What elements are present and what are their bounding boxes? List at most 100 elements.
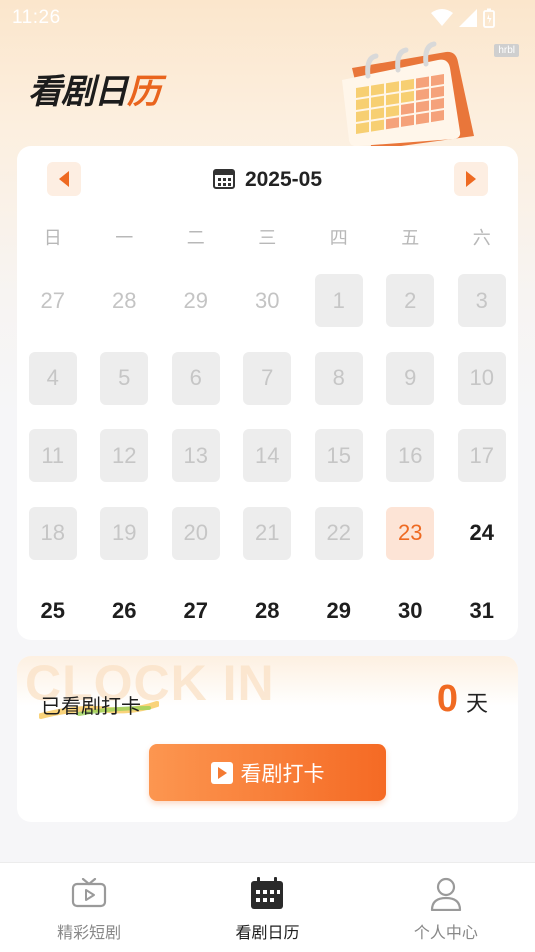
- day-cell[interactable]: 31: [446, 572, 518, 650]
- calendar-icon: [251, 877, 284, 909]
- day-cell[interactable]: 6: [160, 340, 232, 418]
- day-cell[interactable]: 11: [17, 417, 89, 495]
- day-number: 15: [314, 429, 363, 483]
- day-cell[interactable]: 27: [17, 262, 89, 340]
- month-label: 2025-05: [17, 167, 518, 192]
- day-number: 2: [386, 274, 435, 328]
- tab-label: 看剧日历: [235, 923, 300, 942]
- tab-label: 个人中心: [413, 923, 478, 942]
- day-cell[interactable]: 9: [375, 340, 447, 418]
- page-title: 看剧日历: [28, 64, 161, 113]
- day-cell[interactable]: 18: [17, 495, 89, 573]
- day-number: 3: [457, 274, 506, 328]
- day-cell[interactable]: 16: [375, 417, 447, 495]
- day-number: 17: [457, 429, 506, 483]
- weekday-header: 日一二三四五六: [17, 224, 518, 250]
- next-month-button[interactable]: [454, 162, 488, 196]
- day-cell[interactable]: 19: [89, 495, 161, 573]
- checkin-card: CLOCK IN 已看剧打卡 0 天 看剧打卡: [17, 656, 518, 822]
- day-number: 9: [386, 351, 435, 405]
- tab-short-dramas[interactable]: 精彩短剧: [0, 863, 178, 952]
- day-cell[interactable]: 8: [303, 340, 375, 418]
- day-cell[interactable]: 13: [160, 417, 232, 495]
- weekday-label: 五: [401, 228, 420, 249]
- day-cell[interactable]: 28: [89, 262, 161, 340]
- day-number: 10: [457, 351, 506, 405]
- weekday-label: 日: [43, 228, 62, 249]
- day-cell[interactable]: 30: [375, 572, 447, 650]
- day-cell[interactable]: 14: [232, 417, 304, 495]
- signal-icon: [459, 9, 477, 27]
- month-nav: 2025-05: [17, 162, 518, 198]
- day-cell[interactable]: 7: [232, 340, 304, 418]
- person-icon: [430, 877, 461, 911]
- day-cell[interactable]: 4: [17, 340, 89, 418]
- play-icon: [210, 761, 233, 784]
- day-cell[interactable]: 1: [303, 262, 375, 340]
- checkin-label: 已看剧打卡: [41, 694, 141, 718]
- day-cell[interactable]: 10: [446, 340, 518, 418]
- status-time: 11:26: [12, 7, 61, 28]
- day-number: 18: [28, 506, 77, 560]
- day-cell[interactable]: 28: [232, 572, 304, 650]
- day-number: 1: [314, 274, 363, 328]
- day-cell[interactable]: 21: [232, 495, 304, 573]
- day-number: 14: [243, 429, 292, 483]
- day-grid: 27 28 29 30 1 2 3 4 5 6 7 8 9 10 11 12 13 14 15 16 17 18 19 20 2…: [17, 262, 518, 650]
- day-cell[interactable]: 25: [17, 572, 89, 650]
- day-number: 21: [243, 506, 292, 560]
- day-number: 7: [243, 351, 292, 405]
- calendar-icon: [212, 169, 235, 189]
- month-text: 2025-05: [244, 168, 323, 191]
- day-number: 28: [255, 597, 280, 623]
- weekday-label: 六: [472, 228, 491, 249]
- day-cell[interactable]: 20: [160, 495, 232, 573]
- weekday-label: 二: [186, 228, 205, 249]
- day-number: 22: [314, 506, 363, 560]
- day-cell-today[interactable]: 23: [375, 495, 447, 573]
- tab-label: 精彩短剧: [57, 923, 122, 942]
- day-cell[interactable]: 17: [446, 417, 518, 495]
- status-bar: 11:26: [0, 0, 535, 36]
- calendar-card: 2025-05 日一二三四五六 27 28 29 30 1 2 3 4 5 6 7 8 9 10 11 12 1…: [17, 146, 518, 640]
- day-number: 11: [28, 429, 77, 483]
- weekday-label: 一: [115, 228, 134, 249]
- day-number: 25: [40, 597, 65, 623]
- day-cell[interactable]: 29: [160, 262, 232, 340]
- day-number: 30: [255, 287, 280, 313]
- page-title-accent: 历: [127, 72, 161, 112]
- tab-drama-calendar[interactable]: 看剧日历: [178, 863, 356, 952]
- day-number: 20: [171, 506, 220, 560]
- day-number: 5: [100, 351, 149, 405]
- day-number: 26: [112, 597, 137, 623]
- battery-icon: [483, 8, 495, 28]
- day-cell[interactable]: 26: [89, 572, 161, 650]
- day-cell[interactable]: 22: [303, 495, 375, 573]
- weekday-label: 四: [329, 228, 348, 249]
- day-number: 13: [171, 429, 220, 483]
- day-number: 23: [386, 506, 435, 560]
- tab-profile[interactable]: 个人中心: [357, 863, 535, 952]
- app-tag: hrbl: [494, 44, 519, 57]
- day-cell[interactable]: 12: [89, 417, 161, 495]
- day-cell[interactable]: 15: [303, 417, 375, 495]
- day-number: 12: [100, 429, 149, 483]
- checkin-count-unit: 天: [465, 692, 488, 717]
- day-number: 31: [469, 597, 494, 623]
- day-number: 29: [183, 287, 208, 313]
- day-cell[interactable]: 29: [303, 572, 375, 650]
- day-number: 8: [314, 351, 363, 405]
- day-number: 24: [469, 520, 494, 546]
- day-cell[interactable]: 30: [232, 262, 304, 340]
- tv-icon: [72, 878, 107, 908]
- day-number: 16: [386, 429, 435, 483]
- day-cell[interactable]: 3: [446, 262, 518, 340]
- day-cell[interactable]: 24: [446, 495, 518, 573]
- day-number: 27: [183, 597, 208, 623]
- checkin-button[interactable]: 看剧打卡: [149, 744, 386, 801]
- day-number: 6: [171, 351, 220, 405]
- day-cell[interactable]: 27: [160, 572, 232, 650]
- day-cell[interactable]: 2: [375, 262, 447, 340]
- day-cell[interactable]: 5: [89, 340, 161, 418]
- checkin-button-label: 看剧打卡: [240, 761, 325, 786]
